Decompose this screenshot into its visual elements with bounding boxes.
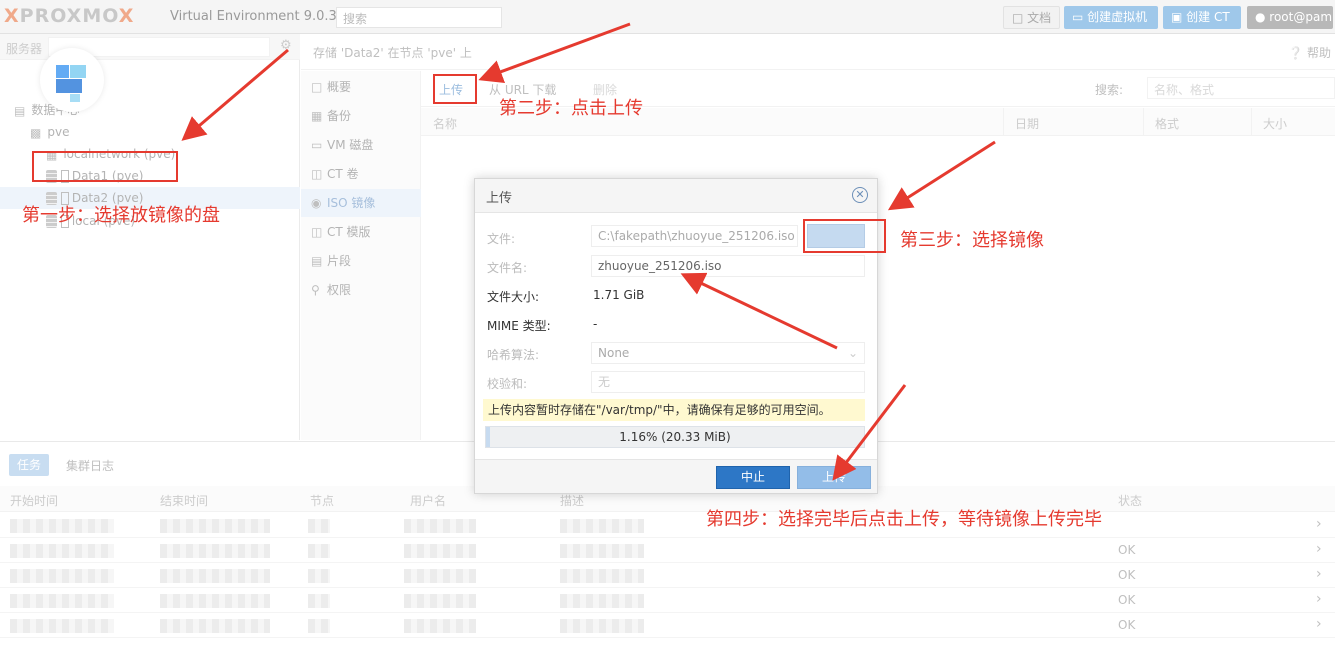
arrow-filename <box>680 272 838 350</box>
arrow-step1 <box>181 48 289 141</box>
arrow-step3 <box>887 140 996 211</box>
arrow-step4 <box>832 384 907 481</box>
arrow-step2 <box>478 22 631 84</box>
annotation-arrows <box>181 22 996 481</box>
